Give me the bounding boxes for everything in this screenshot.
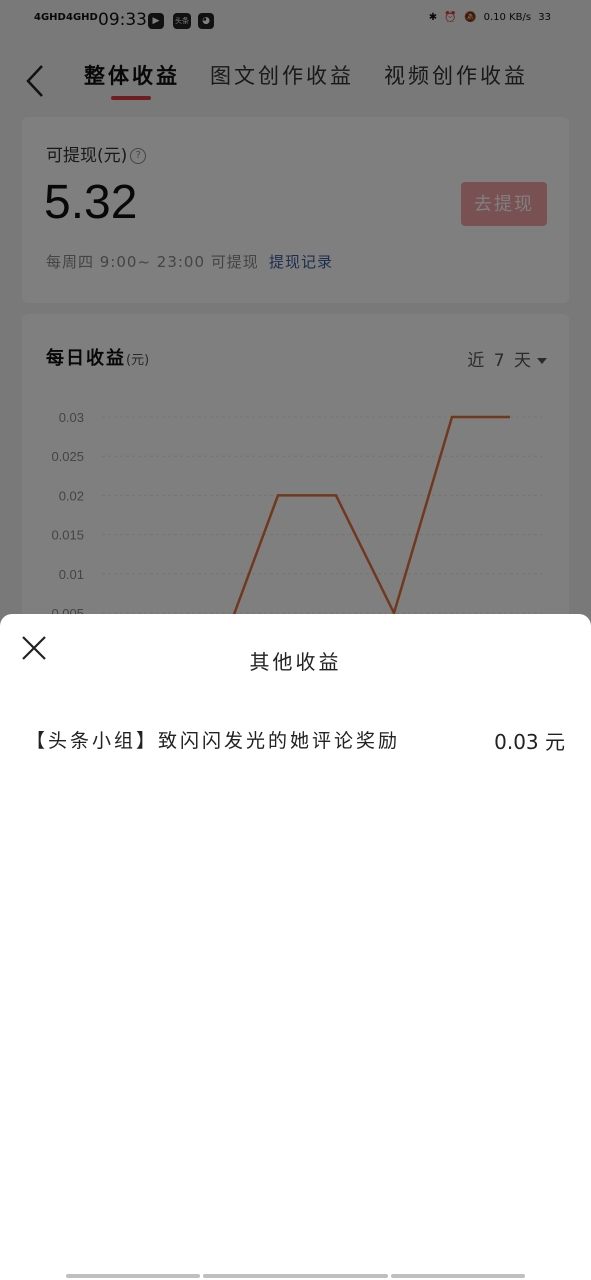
nav-indicator-right xyxy=(391,1274,525,1278)
income-item-title: 【头条小组】致闪闪发光的她评论奖励 xyxy=(26,730,401,752)
income-item-amount: 0.03 元 xyxy=(494,730,565,754)
sheet-title: 其他收益 xyxy=(249,650,342,674)
other-income-sheet: 其他收益 【头条小组】致闪闪发光的她评论奖励 0.03 元 xyxy=(0,614,591,1280)
nav-indicator-left xyxy=(66,1274,200,1278)
nav-indicator-center[interactable] xyxy=(203,1274,388,1278)
